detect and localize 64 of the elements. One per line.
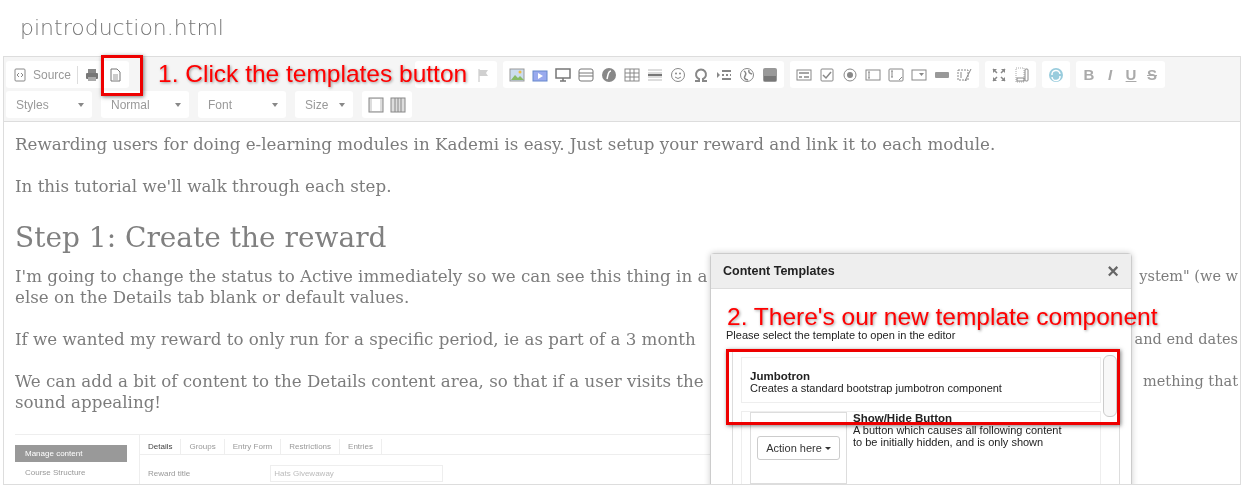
text-area-icon[interactable] bbox=[887, 65, 906, 84]
sidebar-item[interactable]: Course Structure bbox=[15, 464, 127, 481]
tab[interactable]: Entry Form bbox=[224, 439, 282, 454]
tab[interactable]: Entries bbox=[340, 439, 382, 454]
flash-icon[interactable] bbox=[600, 65, 619, 84]
caret-icon bbox=[824, 446, 831, 450]
template-item[interactable]: Action here Show/Hide Button A button which causes all following content to be initially hidden, and is only shown bbox=[741, 411, 1101, 484]
show-blocks-icon[interactable] bbox=[1013, 65, 1032, 84]
format-button[interactable]: S bbox=[1144, 66, 1161, 83]
source-button[interactable]: Source bbox=[11, 65, 79, 84]
body-text: If we wanted my reward to only run for a specific period, ie as part of a 3 month bbox=[15, 329, 696, 350]
maximize-icon[interactable] bbox=[990, 65, 1009, 84]
caret-icon bbox=[175, 102, 181, 107]
highlight-frame bbox=[101, 55, 143, 96]
instruction-text: Please select the template to open in the editor bbox=[726, 329, 956, 341]
columns-layout-icon[interactable] bbox=[389, 95, 407, 114]
caret-icon bbox=[272, 102, 278, 107]
tab[interactable]: Restrictions bbox=[281, 439, 341, 454]
body-text: else on the Details tab blank or default values. bbox=[15, 287, 410, 308]
table-icon[interactable] bbox=[623, 65, 642, 84]
monitor-icon[interactable] bbox=[554, 65, 573, 84]
format-dropdown[interactable]: Font bbox=[198, 91, 286, 118]
column-layout-icon[interactable] bbox=[367, 95, 385, 114]
about-icon[interactable] bbox=[1047, 65, 1066, 84]
caret-icon bbox=[339, 102, 345, 107]
template-description: to be initially hidden, and is only shown bbox=[853, 436, 1045, 448]
template-name: Jumbotron bbox=[750, 370, 812, 382]
format-button[interactable]: U bbox=[1123, 66, 1140, 83]
template-description: A button which causes all following content bbox=[853, 424, 1062, 436]
template-name: Show/Hide Button bbox=[853, 412, 953, 424]
caret-icon bbox=[78, 102, 84, 107]
body-text: We can add a bit of content to the Details content area, so that if a user visits the bbox=[15, 371, 704, 392]
annotation-text: 1. Click the templates button bbox=[158, 61, 468, 87]
template-description: Creates a standard bootstrap jumbotron component bbox=[750, 382, 1003, 394]
scrollbar-thumb[interactable] bbox=[1103, 355, 1117, 417]
tab[interactable]: Details bbox=[140, 439, 182, 454]
format-dropdown[interactable]: Styles bbox=[6, 91, 92, 118]
image-icon[interactable] bbox=[508, 65, 527, 84]
field-label: Reward title bbox=[148, 469, 191, 478]
dialog-title: Content Templates bbox=[723, 264, 835, 278]
body-text: I'm going to change the status to Active immediately so we can see this thing in a bbox=[15, 266, 708, 287]
format-button[interactable]: I bbox=[1102, 66, 1119, 83]
source-code-icon[interactable] bbox=[11, 65, 29, 84]
format-dropdown[interactable]: Size bbox=[295, 91, 353, 118]
tab[interactable]: Groups bbox=[181, 439, 225, 454]
close-button[interactable]: × bbox=[1107, 259, 1119, 283]
body-text: Rewarding users for doing e-learning modules in Kademi is easy. Just setup your reward and link it to each module. bbox=[15, 134, 996, 155]
page-title: pintroduction.html bbox=[20, 15, 224, 40]
section-heading: Step 1: Create the reward bbox=[15, 220, 387, 256]
format-dropdown[interactable]: Normal bbox=[101, 91, 189, 118]
input-field[interactable]: Hats Givewaway bbox=[270, 465, 444, 482]
format-button[interactable]: B bbox=[1081, 66, 1098, 83]
globe-icon[interactable] bbox=[738, 65, 757, 84]
body-text: In this tutorial we'll walk through each step. bbox=[15, 176, 392, 197]
action-button[interactable]: Action here bbox=[757, 436, 840, 460]
template-item[interactable]: Jumbotron Creates a standard bootstrap jumbotron component bbox=[741, 357, 1101, 403]
radio-button-icon[interactable] bbox=[841, 65, 860, 84]
body-text: ystem" (we w bbox=[1137, 266, 1238, 287]
body-text: sound appealing! bbox=[15, 392, 162, 413]
checkbox-icon[interactable] bbox=[818, 65, 837, 84]
smiley-icon[interactable] bbox=[669, 65, 688, 84]
frame-icon[interactable] bbox=[577, 65, 596, 84]
sidebar-item[interactable]: Manage content bbox=[15, 445, 127, 462]
annotation-text: 2. There's our new template component bbox=[727, 304, 1158, 330]
